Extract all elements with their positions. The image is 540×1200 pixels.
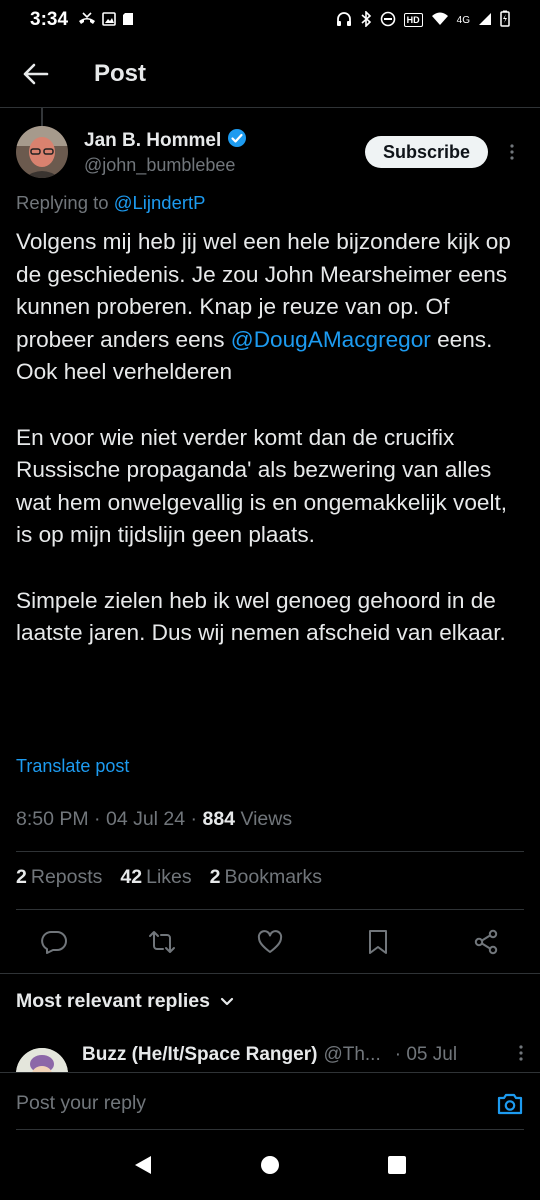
more-vertical-icon [519, 1045, 523, 1061]
nav-recents-button[interactable] [377, 1145, 417, 1185]
like-button[interactable] [256, 928, 284, 956]
top-app-bar: Post [0, 40, 540, 108]
mention-link[interactable]: @DougAMacgregor [231, 327, 431, 352]
reply-date: · 05 Jul [394, 1044, 458, 1065]
back-arrow-icon [23, 63, 49, 84]
network-type-label: 4G [456, 14, 470, 26]
post-text: Volgens mij heb jij wel een hele bijzond… [16, 226, 524, 650]
views-count: 884 [202, 808, 236, 830]
share-icon [474, 929, 498, 955]
divider [16, 909, 524, 910]
bookmark-button[interactable] [364, 928, 392, 956]
back-button[interactable] [0, 40, 72, 108]
action-bar [16, 918, 524, 966]
headphones-icon [336, 11, 352, 30]
engagement-stats: 2 Reposts 42 Likes 2 Bookmarks [16, 866, 322, 889]
status-time: 3:34 [30, 9, 69, 30]
subscribe-button[interactable]: Subscribe [364, 136, 488, 168]
divider [16, 851, 524, 852]
nav-back-button[interactable] [123, 1145, 163, 1185]
author-name[interactable]: Jan B. Hommel [84, 130, 221, 152]
reply-sort-dropdown[interactable]: Most relevant replies [16, 990, 234, 1013]
circle-home-icon [260, 1156, 279, 1174]
translate-post-link[interactable]: Translate post [16, 756, 129, 777]
likes-stat[interactable]: 42 Likes [120, 866, 191, 889]
post-paragraph: En voor wie niet verder komt dan de cruc… [16, 424, 508, 548]
missed-call-icon [78, 11, 96, 29]
reply-icon [41, 931, 67, 954]
reply-author-handle[interactable]: @Th... [323, 1044, 380, 1066]
replying-to-link[interactable]: @LijndertP [114, 192, 206, 213]
verified-badge-icon [227, 128, 247, 153]
camera-button[interactable] [496, 1090, 524, 1118]
divider [0, 973, 540, 974]
author-handle[interactable]: @john_bumblebee [84, 155, 247, 176]
post-paragraph: Simpele zielen heb ik wel genoeg gehoord… [16, 587, 506, 646]
square-recents-icon [387, 1156, 406, 1174]
post-paragraph: Volgens mij heb jij wel een hele bijzond… [16, 229, 511, 385]
hd-icon: HD [403, 13, 423, 27]
reply-input[interactable] [16, 1092, 496, 1115]
replying-to: Replying to @LijndertP [16, 192, 206, 213]
repost-icon [149, 931, 175, 953]
chevron-down-icon [220, 997, 234, 1005]
reply-item[interactable]: Buzz (He/It/Space Ranger) @Th... · 05 Ju… [16, 1044, 524, 1072]
wifi-icon [431, 12, 449, 29]
status-bar: 3:34 HD 4G [0, 0, 540, 40]
nav-home-button[interactable] [250, 1145, 290, 1185]
reply-avatar[interactable] [16, 1048, 68, 1072]
camera-icon [497, 1093, 523, 1114]
post-author: Jan B. Hommel @john_bumblebee Subscribe [16, 124, 524, 180]
gallery-icon [102, 11, 116, 29]
sd-card-icon [122, 12, 134, 29]
post-date: 04 Jul 24 [105, 808, 186, 830]
triangle-back-icon [135, 1156, 152, 1174]
page-title: Post [94, 59, 147, 87]
reply-button[interactable] [40, 928, 68, 956]
avatar[interactable] [16, 126, 68, 178]
bookmarks-stat[interactable]: 2 Bookmarks [210, 866, 322, 889]
system-navigation-bar [0, 1130, 540, 1200]
post-time: 8:50 PM [16, 808, 89, 830]
reposts-stat[interactable]: 2 Reposts [16, 866, 102, 889]
reply-author-name[interactable]: Buzz (He/It/Space Ranger) [82, 1044, 317, 1066]
reply-more-button[interactable] [518, 1044, 524, 1067]
bookmark-icon [369, 930, 387, 954]
post-metadata: 8:50 PM · 04 Jul 24 · 884 Views [16, 808, 293, 830]
reply-composer [0, 1072, 540, 1134]
more-vertical-icon [510, 144, 514, 160]
share-button[interactable] [472, 928, 500, 956]
signal-icon [478, 12, 492, 29]
heart-icon [257, 930, 283, 953]
more-options-button[interactable] [500, 143, 524, 161]
battery-icon [500, 10, 510, 30]
do-not-disturb-icon [380, 11, 396, 30]
bluetooth-icon [360, 9, 372, 30]
repost-button[interactable] [148, 928, 176, 956]
